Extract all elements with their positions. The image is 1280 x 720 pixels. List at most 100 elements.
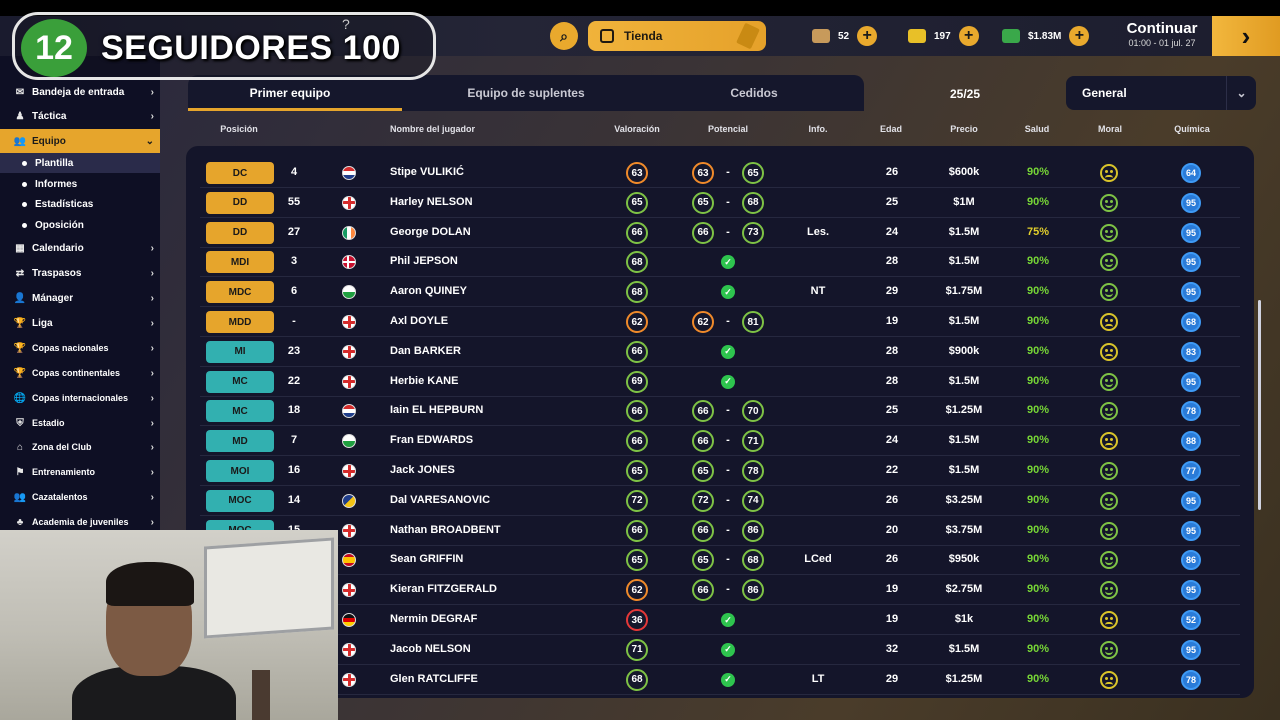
player-name[interactable]: Sean GRIFFIN bbox=[390, 553, 463, 565]
sidebar-item-copas-continentales[interactable]: 🏆 Copas continentales › bbox=[0, 361, 160, 385]
add-cash-button[interactable]: + bbox=[1069, 26, 1090, 46]
table-row[interactable]: MDD - Axl DOYLE 62 62-81 19 $1.5M 90% 68 bbox=[186, 307, 1240, 337]
table-row[interactable]: MDI 3 Phil JEPSON 68 ✓ 28 $1.5M 90% 95 bbox=[186, 247, 1240, 278]
sidebar-subitem-oposición[interactable]: Oposición bbox=[0, 215, 160, 235]
player-name[interactable]: Iain EL HEPBURN bbox=[390, 404, 483, 416]
eye bbox=[1110, 587, 1113, 591]
sidebar-subitem-estadísticas[interactable]: Estadísticas bbox=[0, 194, 160, 214]
player-name[interactable]: Aaron QUINEY bbox=[390, 285, 467, 297]
col-header-info[interactable]: Info. bbox=[809, 124, 828, 134]
rating-badge: 66 bbox=[626, 400, 648, 423]
sidebar-item-estadio[interactable]: ⛨ Estadio › bbox=[0, 411, 160, 435]
club-zone-icon: ⌂ bbox=[16, 441, 24, 453]
table-row[interactable]: MI 23 Dan BARKER 66 ✓ 28 $900k 90% 83 bbox=[186, 337, 1240, 367]
table-row[interactable]: Nermin DEGRAF 36 ✓ 19 $1k 90% 52 bbox=[186, 605, 1240, 635]
col-header-position[interactable]: Posición bbox=[220, 124, 258, 134]
player-name[interactable]: Fran EDWARDS bbox=[390, 434, 473, 446]
table-row[interactable]: MC 18 Iain EL HEPBURN 66 66-70 25 $1.25M 90% 78 bbox=[186, 396, 1240, 427]
chevron-right-icon: › bbox=[150, 516, 154, 528]
table-row[interactable]: Sean GRIFFIN 65 65-68 LCed 26 $950k 90% 86 bbox=[186, 545, 1240, 576]
player-name[interactable]: Nermin DEGRAF bbox=[390, 613, 477, 625]
player-name[interactable]: Glen RATCLIFFE bbox=[390, 673, 478, 685]
table-row[interactable]: MDC 6 Aaron QUINEY 68 ✓ NT 29 $1.75M 90% 95 bbox=[186, 277, 1240, 308]
continue-button[interactable]: › bbox=[1212, 16, 1280, 56]
sidebar-item-cazatalentos[interactable]: 👥 Cazatalentos › bbox=[0, 485, 160, 509]
continue-label[interactable]: Continuar bbox=[1112, 20, 1212, 37]
col-header-rating[interactable]: Valoración bbox=[614, 124, 660, 134]
table-row[interactable]: DC 4 Stipe VULIKIĆ 63 63-65 26 $600k 90% 64 bbox=[186, 158, 1240, 188]
player-name[interactable]: Stipe VULIKIĆ bbox=[390, 166, 464, 178]
chevron-right-icon: › bbox=[150, 267, 154, 279]
sidebar-item-entrenamiento[interactable]: ⚑ Entrenamiento › bbox=[0, 460, 160, 484]
player-name[interactable]: Kieran FITZGERALD bbox=[390, 583, 497, 595]
table-row[interactable]: MC 22 Herbie KANE 69 ✓ 28 $1.5M 90% 95 bbox=[186, 367, 1240, 397]
table-row[interactable]: MOI 16 Jack JONES 65 65-78 22 $1.5M 90% 77 bbox=[186, 456, 1240, 486]
sidebar-item-copas-internacionales[interactable]: 🌐 Copas internacionales › bbox=[0, 386, 160, 410]
table-row[interactable]: Kieran FITZGERALD 62 66-86 19 $2.75M 90% 95 bbox=[186, 575, 1240, 606]
player-health: 90% bbox=[1026, 344, 1050, 357]
col-header-health[interactable]: Salud bbox=[1025, 124, 1050, 134]
sidebar-item-calendario[interactable]: ▦ Calendario › bbox=[0, 236, 160, 260]
col-header-age[interactable]: Edad bbox=[880, 124, 902, 134]
player-age: 28 bbox=[885, 344, 899, 357]
table-row[interactable]: DD 55 Harley NELSON 65 65-68 25 $1M 90% 95 bbox=[186, 188, 1240, 218]
table-row[interactable]: MOC 14 Dal VARESANOVIC 72 72-74 26 $3.25M 90% 95 bbox=[186, 486, 1240, 516]
player-name[interactable]: Harley NELSON bbox=[390, 196, 473, 208]
sidebar-subitem-plantilla[interactable]: Plantilla bbox=[0, 153, 160, 173]
sidebar-item-equipo[interactable]: 👥 Equipo ⌄ bbox=[0, 129, 160, 153]
potential-max-badge: 86 bbox=[742, 519, 764, 542]
potential-reached-icon: ✓ bbox=[721, 672, 735, 687]
player-name[interactable]: Dal VARESANOVIC bbox=[390, 494, 490, 506]
sidebar-item-liga[interactable]: 🏆 Liga › bbox=[0, 311, 160, 335]
chemistry-badge: 77 bbox=[1181, 461, 1201, 481]
tab-reserve-team[interactable]: Equipo de suplentes bbox=[424, 75, 628, 111]
sidebar-subitem-informes[interactable]: Informes bbox=[0, 174, 160, 194]
position-badge: MD bbox=[206, 430, 274, 453]
chevron-right-icon: › bbox=[150, 367, 154, 379]
player-name[interactable]: Nathan BROADBENT bbox=[390, 524, 501, 536]
help-icon[interactable]: ? bbox=[342, 16, 350, 32]
tab-on-loan[interactable]: Cedidos bbox=[654, 75, 854, 111]
search-button[interactable]: ⌕ bbox=[550, 22, 578, 50]
col-header-potential[interactable]: Potencial bbox=[708, 124, 748, 134]
shop-button[interactable]: Tienda bbox=[588, 21, 766, 51]
training-icon: ⚑ bbox=[15, 466, 25, 478]
sidebar-item-táctica[interactable]: ♟ Táctica › bbox=[0, 104, 160, 128]
sidebar-item-copas-nacionales[interactable]: 🏆 Copas nacionales › bbox=[0, 336, 160, 360]
sidebar-item-label: Bandeja de entrada bbox=[32, 86, 125, 98]
player-price: $2.75M bbox=[945, 583, 983, 596]
player-name[interactable]: Phil JEPSON bbox=[390, 255, 458, 267]
add-gold-button[interactable]: + bbox=[958, 26, 979, 46]
player-name[interactable]: Dan BARKER bbox=[390, 345, 461, 357]
sidebar-item-traspasos[interactable]: ⇄ Traspasos › bbox=[0, 261, 160, 285]
player-name[interactable]: George DOLAN bbox=[390, 226, 471, 238]
player-name[interactable]: Herbie KANE bbox=[390, 375, 458, 387]
table-row[interactable]: Glen RATCLIFFE 68 ✓ LT 29 $1.25M 90% 78 bbox=[186, 665, 1240, 695]
player-name[interactable]: Jacob NELSON bbox=[390, 643, 471, 655]
tab-first-team[interactable]: Primer equipo bbox=[188, 75, 392, 111]
team-icon: 👥 bbox=[13, 135, 27, 147]
view-filter-select[interactable]: General ⌄ bbox=[1066, 76, 1256, 110]
player-price: $600k bbox=[948, 166, 980, 178]
table-row[interactable]: Jacob NELSON 71 ✓ 32 $1.5M 90% 95 bbox=[186, 635, 1240, 665]
table-row[interactable]: MD 7 Fran EDWARDS 66 66-71 24 $1.5M 90% 88 bbox=[186, 426, 1240, 457]
continue-block[interactable]: Continuar 01:00 - 01 jul. 27 bbox=[1112, 20, 1212, 48]
player-age: 32 bbox=[885, 642, 899, 655]
add-scout-tickets-button[interactable]: + bbox=[857, 26, 878, 46]
sidebar-item-zona-del-club[interactable]: ⌂ Zona del Club › bbox=[0, 435, 160, 459]
col-header-moral[interactable]: Moral bbox=[1098, 124, 1122, 134]
player-name[interactable]: Jack JONES bbox=[390, 464, 455, 476]
table-scrollbar[interactable] bbox=[1258, 300, 1261, 510]
player-age: 19 bbox=[885, 583, 899, 596]
player-age: 26 bbox=[885, 553, 899, 566]
sidebar-item-bandeja-de-entrada[interactable]: ✉ Bandeja de entrada › bbox=[0, 80, 160, 104]
sidebar-item-mánager[interactable]: 👤 Mánager › bbox=[0, 286, 160, 310]
table-row[interactable]: MOC15Nathan BROADBENT6666-8620$3.75M90%9… bbox=[186, 516, 1240, 546]
player-name[interactable]: Axl DOYLE bbox=[390, 315, 448, 327]
col-header-price[interactable]: Precio bbox=[950, 124, 978, 134]
col-header-chemistry[interactable]: Química bbox=[1174, 124, 1210, 134]
col-header-name[interactable]: Nombre del jugador bbox=[390, 124, 475, 134]
table-row[interactable]: DD 27 George DOLAN 66 66-73 Les. 24 $1.5M 75% 95 bbox=[186, 218, 1240, 248]
eye bbox=[1105, 676, 1108, 680]
chair bbox=[252, 670, 270, 720]
